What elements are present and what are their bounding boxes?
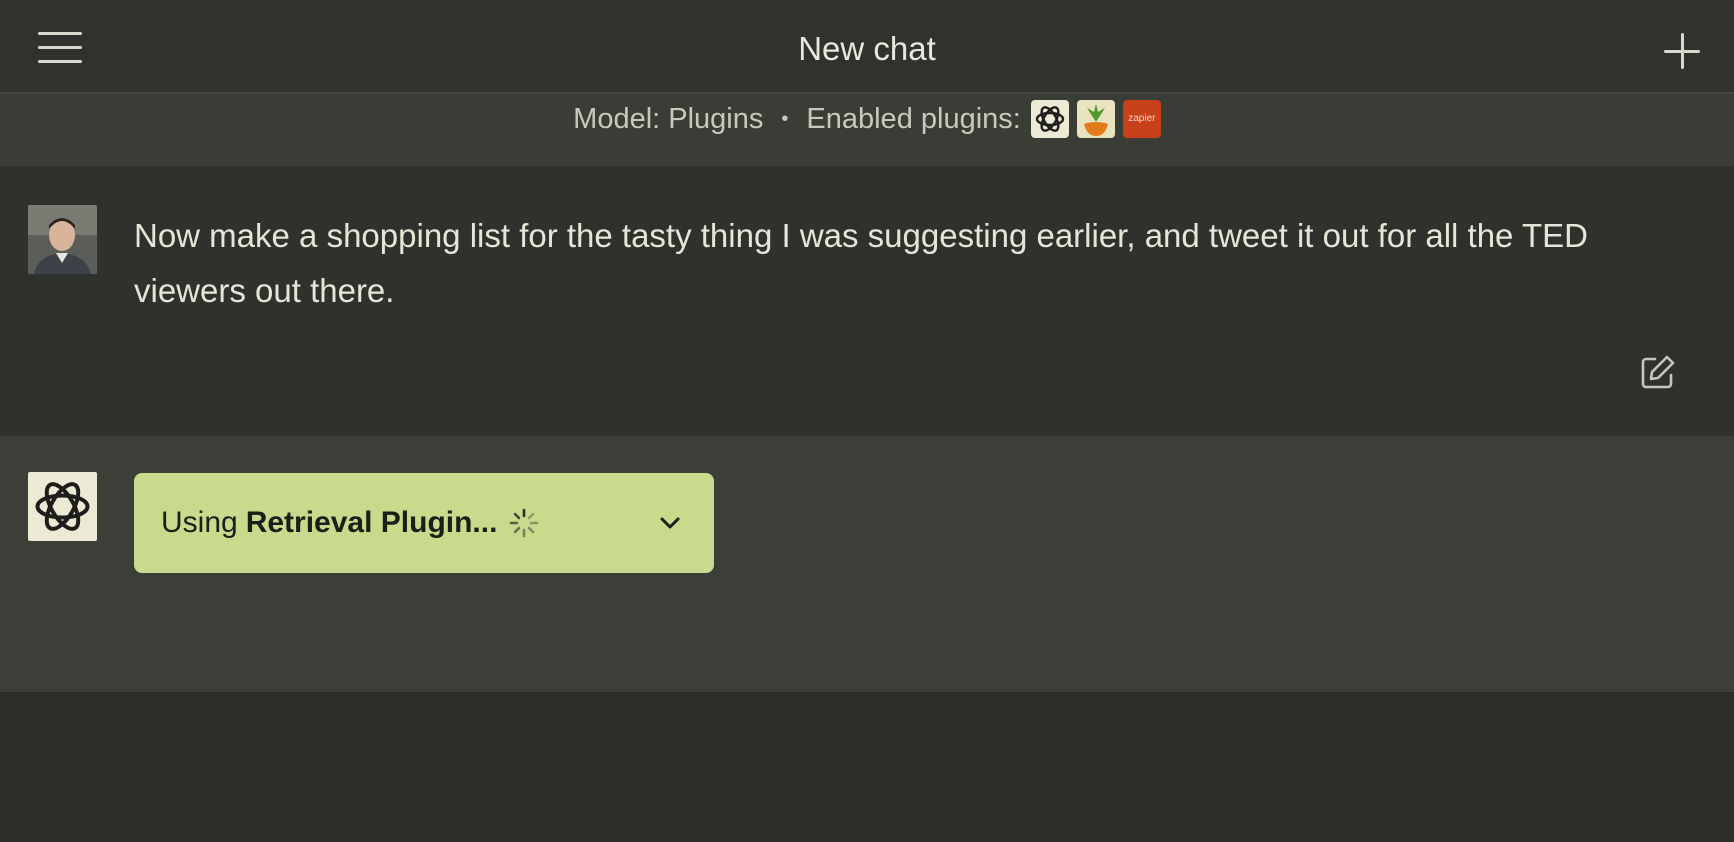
assistant-avatar-icon	[28, 472, 97, 541]
enabled-plugins-label: Enabled plugins:	[806, 102, 1021, 135]
instacart-plugin-icon	[1076, 100, 1115, 138]
separator-dot: •	[781, 107, 789, 130]
zapier-plugin-icon: zapier	[1122, 100, 1161, 138]
top-bar: New chat	[0, 0, 1734, 94]
bottom-area	[0, 692, 1734, 842]
model-label: Model: Plugins	[573, 102, 764, 135]
edit-icon[interactable]	[1638, 352, 1678, 392]
plus-icon[interactable]	[1662, 31, 1702, 71]
chevron-down-icon[interactable]	[656, 509, 684, 537]
user-avatar	[28, 205, 97, 274]
plugin-status-name: Retrieval Plugin...	[245, 506, 498, 539]
openai-plugin-icon	[1030, 100, 1069, 138]
plugin-status-toggle[interactable]: Using Retrieval Plugin...	[134, 473, 714, 573]
spinner-icon	[510, 508, 539, 538]
plugin-status-prefix: Using	[161, 506, 238, 539]
user-message-text: Now make a shopping list for the tasty t…	[134, 217, 1588, 309]
chat-title: New chat	[798, 30, 936, 67]
model-info-bar: Model: Plugins • Enabled plugins: zapier	[0, 94, 1734, 166]
